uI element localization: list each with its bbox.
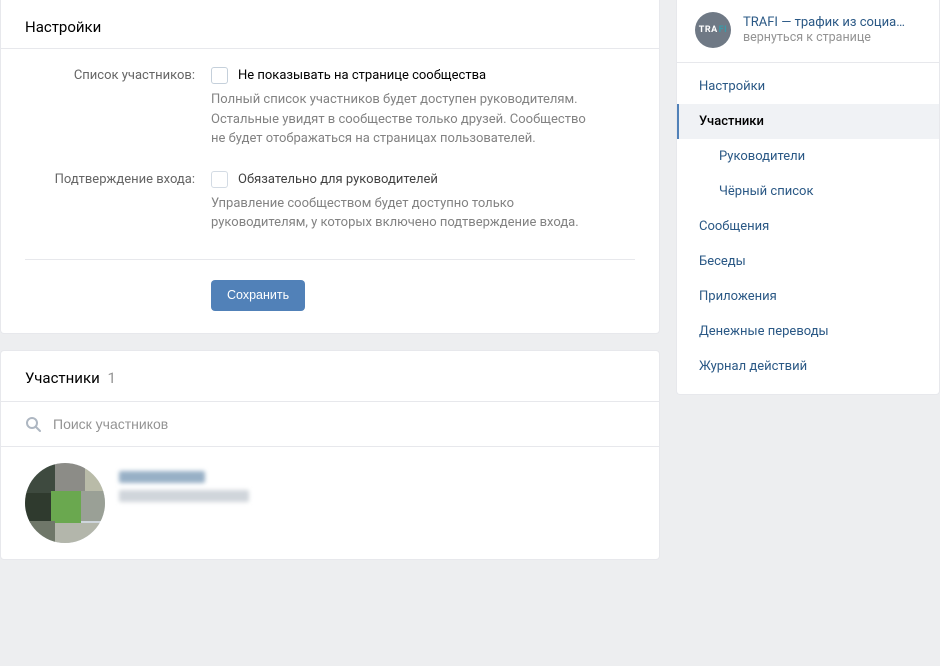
hide-members-checkbox-label[interactable]: Не показывать на странице сообщества xyxy=(238,68,486,83)
sidebar-header: TRAFI TRAFI — трафик из социа… вернуться… xyxy=(677,0,939,63)
nav-item-action-log[interactable]: Журнал действий xyxy=(677,349,939,384)
nav-item-settings[interactable]: Настройки xyxy=(677,69,939,104)
nav-item-apps[interactable]: Приложения xyxy=(677,279,939,314)
settings-form: Список участников: Не показывать на стра… xyxy=(1,49,659,259)
search-icon xyxy=(25,416,41,432)
login-confirm-desc: Управление сообществом будет доступно то… xyxy=(211,194,591,233)
login-confirm-control: Обязательно для руководителей Управление… xyxy=(211,171,635,233)
member-list-control: Не показывать на странице сообщества Пол… xyxy=(211,67,635,149)
members-title: Участники xyxy=(25,369,100,387)
nav-item-money-transfers[interactable]: Денежные переводы xyxy=(677,314,939,349)
member-name-blurred xyxy=(119,471,249,509)
community-avatar-icon: TRAFI xyxy=(699,25,727,35)
login-confirm-label: Подтверждение входа: xyxy=(25,171,211,187)
back-to-page-link[interactable]: вернуться к странице xyxy=(743,30,905,45)
hide-members-checkbox[interactable] xyxy=(211,67,228,84)
members-panel: Участники 1 xyxy=(0,350,660,560)
login-confirm-checkbox[interactable] xyxy=(211,171,228,188)
member-avatar[interactable] xyxy=(25,463,105,543)
member-list-row: Список участников: Не показывать на стра… xyxy=(25,67,635,171)
member-list-desc: Полный список участников будет доступен … xyxy=(211,90,591,149)
nav-item-managers[interactable]: Руководители xyxy=(677,139,939,174)
nav-item-messages[interactable]: Сообщения xyxy=(677,209,939,244)
settings-title: Настройки xyxy=(1,0,659,49)
members-count: 1 xyxy=(107,369,115,387)
settings-panel: Настройки Список участников: Не показыва… xyxy=(0,0,660,334)
save-button[interactable]: Сохранить xyxy=(211,280,305,311)
login-confirm-row: Подтверждение входа: Обязательно для рук… xyxy=(25,171,635,255)
members-header: Участники 1 xyxy=(1,351,659,402)
nav-item-blacklist[interactable]: Чёрный список xyxy=(677,174,939,209)
community-title-link[interactable]: TRAFI — трафик из социа… xyxy=(743,15,905,30)
community-avatar[interactable]: TRAFI xyxy=(695,12,731,48)
member-list-label: Список участников: xyxy=(25,67,211,83)
sidebar-nav: Настройки Участники Руководители Чёрный … xyxy=(677,63,939,394)
settings-actions: Сохранить xyxy=(1,260,659,333)
sidebar: TRAFI TRAFI — трафик из социа… вернуться… xyxy=(676,0,940,395)
nav-item-conversations[interactable]: Беседы xyxy=(677,244,939,279)
members-search-input[interactable] xyxy=(53,416,635,432)
login-confirm-checkbox-label[interactable]: Обязательно для руководителей xyxy=(238,172,438,187)
nav-item-members[interactable]: Участники xyxy=(677,104,939,139)
members-search-bar xyxy=(1,402,659,447)
member-row xyxy=(1,447,659,559)
